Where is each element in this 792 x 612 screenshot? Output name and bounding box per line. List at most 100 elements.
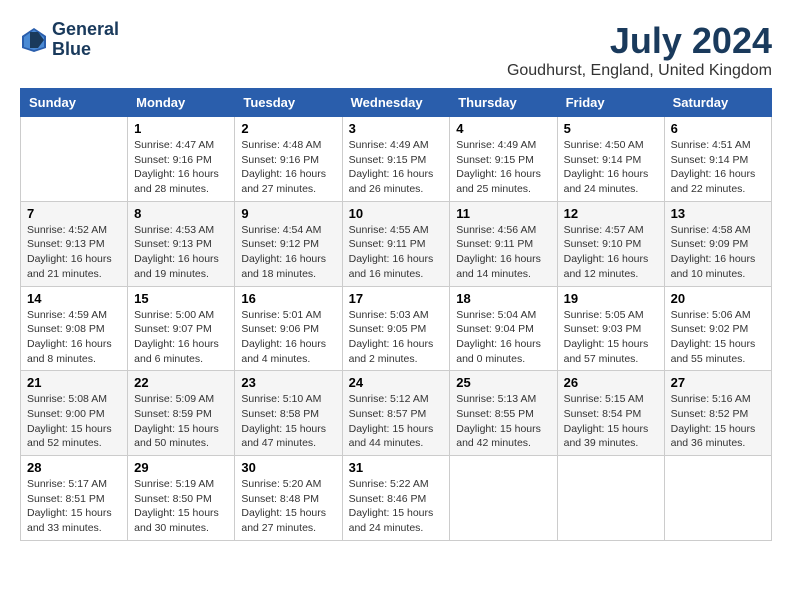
- day-number: 9: [241, 206, 335, 221]
- calendar-cell: 5 Sunrise: 4:50 AM Sunset: 9:14 PM Daylig…: [557, 117, 664, 202]
- day-number: 24: [349, 375, 444, 390]
- cell-content: Sunrise: 5:03 AM Sunset: 9:05 PM Dayligh…: [349, 308, 444, 367]
- calendar-cell: 16Sunrise: 5:01 AM Sunset: 9:06 PM Dayli…: [235, 286, 342, 371]
- header-wednesday: Wednesday: [342, 89, 450, 117]
- cell-content: Sunrise: 4:51 AM Sunset: 9:14 PM Dayligh…: [671, 138, 765, 197]
- calendar-week-row: 28 Sunrise: 5:17 AM Sunset: 8:51 PM Dayli…: [21, 456, 772, 541]
- day-number: 16: [241, 291, 335, 306]
- cell-content: Sunrise: 5:05 AM Sunset: 9:03 PM Dayligh…: [564, 308, 658, 367]
- location-subtitle: Goudhurst, England, United Kingdom: [507, 62, 772, 80]
- calendar-cell: 3 Sunrise: 4:49 AM Sunset: 9:15 PM Daylig…: [342, 117, 450, 202]
- calendar-cell: 11 Sunrise: 4:56 AM Sunset: 9:11 PM Dayli…: [450, 201, 557, 286]
- cell-content: Sunrise: 4:58 AM Sunset: 9:09 PM Dayligh…: [671, 223, 765, 282]
- calendar-cell: 26Sunrise: 5:15 AM Sunset: 8:54 PM Dayli…: [557, 371, 664, 456]
- calendar-cell: [21, 117, 128, 202]
- day-number: 8: [134, 206, 228, 221]
- header-saturday: Saturday: [664, 89, 771, 117]
- calendar-cell: 31 Sunrise: 5:22 AM Sunset: 8:46 PM Dayli…: [342, 456, 450, 541]
- day-number: 6: [671, 121, 765, 136]
- calendar-cell: 2 Sunrise: 4:48 AM Sunset: 9:16 PM Daylig…: [235, 117, 342, 202]
- calendar-cell: 17Sunrise: 5:03 AM Sunset: 9:05 PM Dayli…: [342, 286, 450, 371]
- calendar-cell: 23 Sunrise: 5:10 AM Sunset: 8:58 PM Dayli…: [235, 371, 342, 456]
- calendar-cell: 1Sunrise: 4:47 AM Sunset: 9:16 PM Daylig…: [128, 117, 235, 202]
- cell-content: Sunrise: 5:19 AM Sunset: 8:50 PM Dayligh…: [134, 477, 228, 536]
- cell-content: Sunrise: 5:08 AM Sunset: 9:00 PM Dayligh…: [27, 392, 121, 451]
- day-number: 10: [349, 206, 444, 221]
- day-number: 23: [241, 375, 335, 390]
- logo: General Blue: [20, 20, 119, 60]
- calendar-cell: 21 Sunrise: 5:08 AM Sunset: 9:00 PM Dayli…: [21, 371, 128, 456]
- day-number: 4: [456, 121, 550, 136]
- calendar-week-row: 7 Sunrise: 4:52 AM Sunset: 9:13 PM Daylig…: [21, 201, 772, 286]
- header-friday: Friday: [557, 89, 664, 117]
- calendar-cell: 9 Sunrise: 4:54 AM Sunset: 9:12 PM Daylig…: [235, 201, 342, 286]
- calendar-header-row: SundayMondayTuesdayWednesdayThursdayFrid…: [21, 89, 772, 117]
- day-number: 28: [27, 460, 121, 475]
- title-section: July 2024 Goudhurst, England, United Kin…: [507, 20, 772, 80]
- cell-content: Sunrise: 4:48 AM Sunset: 9:16 PM Dayligh…: [241, 138, 335, 197]
- day-number: 20: [671, 291, 765, 306]
- cell-content: Sunrise: 5:20 AM Sunset: 8:48 PM Dayligh…: [241, 477, 335, 536]
- calendar-cell: 13 Sunrise: 4:58 AM Sunset: 9:09 PM Dayli…: [664, 201, 771, 286]
- cell-content: Sunrise: 5:10 AM Sunset: 8:58 PM Dayligh…: [241, 392, 335, 451]
- calendar-cell: 30 Sunrise: 5:20 AM Sunset: 8:48 PM Dayli…: [235, 456, 342, 541]
- cell-content: Sunrise: 5:22 AM Sunset: 8:46 PM Dayligh…: [349, 477, 444, 536]
- cell-content: Sunrise: 4:53 AM Sunset: 9:13 PM Dayligh…: [134, 223, 228, 282]
- day-number: 14: [27, 291, 121, 306]
- calendar-table: SundayMondayTuesdayWednesdayThursdayFrid…: [20, 88, 772, 541]
- header-tuesday: Tuesday: [235, 89, 342, 117]
- calendar-cell: 20Sunrise: 5:06 AM Sunset: 9:02 PM Dayli…: [664, 286, 771, 371]
- calendar-cell: 18 Sunrise: 5:04 AM Sunset: 9:04 PM Dayli…: [450, 286, 557, 371]
- cell-content: Sunrise: 5:04 AM Sunset: 9:04 PM Dayligh…: [456, 308, 550, 367]
- header-sunday: Sunday: [21, 89, 128, 117]
- calendar-cell: 15Sunrise: 5:00 AM Sunset: 9:07 PM Dayli…: [128, 286, 235, 371]
- day-number: 18: [456, 291, 550, 306]
- calendar-cell: [664, 456, 771, 541]
- month-year-title: July 2024: [507, 20, 772, 62]
- calendar-cell: 8 Sunrise: 4:53 AM Sunset: 9:13 PM Daylig…: [128, 201, 235, 286]
- cell-content: Sunrise: 5:13 AM Sunset: 8:55 PM Dayligh…: [456, 392, 550, 451]
- calendar-cell: 29 Sunrise: 5:19 AM Sunset: 8:50 PM Dayli…: [128, 456, 235, 541]
- day-number: 11: [456, 206, 550, 221]
- cell-content: Sunrise: 4:49 AM Sunset: 9:15 PM Dayligh…: [456, 138, 550, 197]
- cell-content: Sunrise: 4:56 AM Sunset: 9:11 PM Dayligh…: [456, 223, 550, 282]
- cell-content: Sunrise: 5:12 AM Sunset: 8:57 PM Dayligh…: [349, 392, 444, 451]
- header: General Blue July 2024 Goudhurst, Englan…: [20, 20, 772, 80]
- cell-content: Sunrise: 5:16 AM Sunset: 8:52 PM Dayligh…: [671, 392, 765, 451]
- calendar-cell: 6 Sunrise: 4:51 AM Sunset: 9:14 PM Daylig…: [664, 117, 771, 202]
- calendar-cell: 27 Sunrise: 5:16 AM Sunset: 8:52 PM Dayli…: [664, 371, 771, 456]
- day-number: 27: [671, 375, 765, 390]
- cell-content: Sunrise: 4:55 AM Sunset: 9:11 PM Dayligh…: [349, 223, 444, 282]
- cell-content: Sunrise: 4:47 AM Sunset: 9:16 PM Dayligh…: [134, 138, 228, 197]
- calendar-cell: 7 Sunrise: 4:52 AM Sunset: 9:13 PM Daylig…: [21, 201, 128, 286]
- cell-content: Sunrise: 4:52 AM Sunset: 9:13 PM Dayligh…: [27, 223, 121, 282]
- calendar-cell: 22Sunrise: 5:09 AM Sunset: 8:59 PM Dayli…: [128, 371, 235, 456]
- day-number: 15: [134, 291, 228, 306]
- calendar-week-row: 21 Sunrise: 5:08 AM Sunset: 9:00 PM Dayli…: [21, 371, 772, 456]
- cell-content: Sunrise: 5:17 AM Sunset: 8:51 PM Dayligh…: [27, 477, 121, 536]
- day-number: 7: [27, 206, 121, 221]
- cell-content: Sunrise: 4:49 AM Sunset: 9:15 PM Dayligh…: [349, 138, 444, 197]
- cell-content: Sunrise: 4:57 AM Sunset: 9:10 PM Dayligh…: [564, 223, 658, 282]
- day-number: 3: [349, 121, 444, 136]
- calendar-cell: 19 Sunrise: 5:05 AM Sunset: 9:03 PM Dayli…: [557, 286, 664, 371]
- day-number: 5: [564, 121, 658, 136]
- day-number: 30: [241, 460, 335, 475]
- day-number: 31: [349, 460, 444, 475]
- calendar-cell: 24 Sunrise: 5:12 AM Sunset: 8:57 PM Dayli…: [342, 371, 450, 456]
- calendar-cell: 4 Sunrise: 4:49 AM Sunset: 9:15 PM Daylig…: [450, 117, 557, 202]
- cell-content: Sunrise: 4:59 AM Sunset: 9:08 PM Dayligh…: [27, 308, 121, 367]
- day-number: 25: [456, 375, 550, 390]
- day-number: 29: [134, 460, 228, 475]
- day-number: 21: [27, 375, 121, 390]
- calendar-cell: 12Sunrise: 4:57 AM Sunset: 9:10 PM Dayli…: [557, 201, 664, 286]
- cell-content: Sunrise: 5:09 AM Sunset: 8:59 PM Dayligh…: [134, 392, 228, 451]
- cell-content: Sunrise: 4:50 AM Sunset: 9:14 PM Dayligh…: [564, 138, 658, 197]
- calendar-cell: 10 Sunrise: 4:55 AM Sunset: 9:11 PM Dayli…: [342, 201, 450, 286]
- calendar-week-row: 14 Sunrise: 4:59 AM Sunset: 9:08 PM Dayli…: [21, 286, 772, 371]
- cell-content: Sunrise: 4:54 AM Sunset: 9:12 PM Dayligh…: [241, 223, 335, 282]
- day-number: 19: [564, 291, 658, 306]
- day-number: 13: [671, 206, 765, 221]
- header-thursday: Thursday: [450, 89, 557, 117]
- day-number: 2: [241, 121, 335, 136]
